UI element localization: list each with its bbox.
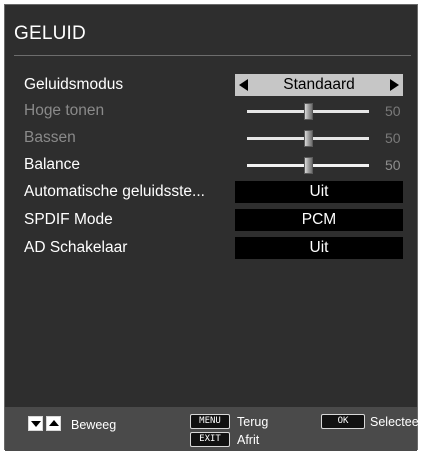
sound-mode-value: Standaard <box>283 76 355 93</box>
menu-row-ad-switch[interactable]: AD Schakelaar Uit <box>5 237 417 259</box>
treble-label: Hoge tonen <box>24 102 105 119</box>
treble-slider[interactable] <box>247 103 369 120</box>
exit-label: Afrit <box>237 433 260 447</box>
sound-mode-label: Geluidsmodus <box>24 76 124 93</box>
spdif-label: SPDIF Mode <box>24 211 113 228</box>
arrow-right-icon[interactable] <box>390 79 399 91</box>
arrow-up-key-icon <box>46 416 61 431</box>
bass-slider-knob[interactable] <box>304 130 313 147</box>
treble-value: 50 <box>385 103 401 119</box>
ad-switch-label: AD Schakelaar <box>24 239 128 256</box>
menu-row-auto-volume[interactable]: Automatische geluidsste... Uit <box>5 181 417 203</box>
spdif-value[interactable]: PCM <box>235 209 403 231</box>
sound-menu-panel: GELUID Geluidsmodus Standaard Hoge tonen… <box>4 4 423 451</box>
bass-value: 50 <box>385 130 401 146</box>
balance-label: Balance <box>24 156 81 173</box>
ok-key-icon: OK <box>321 414 365 429</box>
menu-row-balance[interactable]: Balance 50 <box>5 154 417 176</box>
treble-slider-knob[interactable] <box>304 103 313 120</box>
sound-mode-selector[interactable]: Standaard <box>235 74 403 96</box>
menu-title: GELUID <box>14 23 86 44</box>
arrow-left-icon[interactable] <box>239 79 248 91</box>
back-label: Terug <box>237 415 269 429</box>
menu-row-spdif[interactable]: SPDIF Mode PCM <box>5 209 417 231</box>
balance-slider-knob[interactable] <box>304 157 313 174</box>
move-label: Beweeg <box>71 418 117 432</box>
balance-value: 50 <box>385 157 401 173</box>
menu-row-treble[interactable]: Hoge tonen 50 <box>5 100 417 122</box>
ad-switch-value[interactable]: Uit <box>235 237 403 259</box>
arrow-down-key-icon <box>28 416 43 431</box>
select-label: Selecteer <box>370 415 423 429</box>
menu-row-sound-mode[interactable]: Geluidsmodus Standaard <box>5 74 417 96</box>
exit-key-icon: EXIT <box>190 432 230 447</box>
footer-help-bar: Beweeg MENU Terug EXIT Afrit OK Selectee… <box>5 407 423 451</box>
menu-key-icon: MENU <box>190 414 230 429</box>
auto-volume-label: Automatische geluidsste... <box>24 183 205 200</box>
menu-row-bass[interactable]: Bassen 50 <box>5 127 417 149</box>
bass-slider[interactable] <box>247 130 369 147</box>
bass-label: Bassen <box>24 129 76 146</box>
balance-slider[interactable] <box>247 157 369 174</box>
title-divider <box>14 55 411 56</box>
auto-volume-value[interactable]: Uit <box>235 181 403 203</box>
